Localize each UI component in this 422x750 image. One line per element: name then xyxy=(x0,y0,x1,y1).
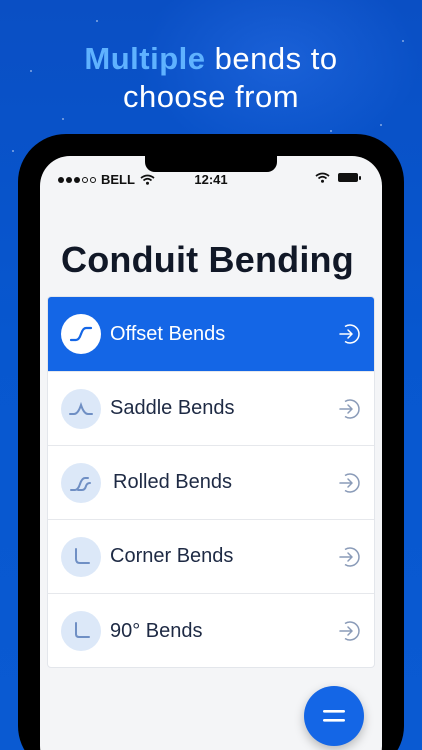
list-item-corner-bends[interactable]: Corner Bends xyxy=(48,520,374,594)
ninety-bend-icon xyxy=(61,611,101,651)
status-bar: BELL 12:41 xyxy=(40,172,382,192)
saddle-bend-icon xyxy=(61,388,101,429)
background-star xyxy=(380,124,382,126)
phone-screen: BELL 12:41 Conduit Bending Offset Bends xyxy=(40,156,382,750)
promo-headline-accent: Multiple xyxy=(84,41,206,76)
phone-notch xyxy=(145,156,277,172)
list-item-label: Corner Bends xyxy=(110,545,234,567)
arrow-right-circle-icon xyxy=(336,471,360,495)
arrow-right-circle-icon xyxy=(336,322,360,346)
menu-button[interactable] xyxy=(304,686,364,746)
background-star xyxy=(96,20,98,22)
rolled-bend-icon xyxy=(61,462,101,503)
list-item-90-bends[interactable]: 90° Bends xyxy=(48,594,374,667)
page-title: Conduit Bending xyxy=(61,239,354,280)
list-item-offset-bends[interactable]: Offset Bends xyxy=(48,297,374,372)
background-star xyxy=(12,150,14,152)
promo-headline: Multiple bends to choose from xyxy=(0,40,422,116)
list-item-label: Offset Bends xyxy=(110,322,226,345)
background-star xyxy=(62,118,64,120)
list-item-label: 90° Bends xyxy=(110,619,203,642)
offset-bend-icon xyxy=(61,314,101,354)
list-item-label: Rolled Bends xyxy=(113,471,232,493)
list-item-rolled-bends[interactable]: Rolled Bends xyxy=(48,446,374,520)
promo-headline-rest: bends to xyxy=(205,41,338,76)
menu-icon xyxy=(323,710,345,722)
promo-headline-line1: Multiple bends to xyxy=(0,40,422,78)
status-right xyxy=(315,172,361,183)
arrow-right-circle-icon xyxy=(336,397,360,421)
battery-icon xyxy=(338,173,361,182)
list-item-saddle-bends[interactable]: Saddle Bends xyxy=(48,372,374,446)
corner-bend-icon xyxy=(61,536,101,577)
background-star xyxy=(330,130,332,132)
bend-type-list: Offset Bends Saddle Bends Rolled Bends C… xyxy=(47,296,375,668)
promo-headline-line2: choose from xyxy=(122,79,300,114)
list-item-label: Saddle Bends xyxy=(110,397,235,419)
wifi-icon xyxy=(315,172,330,183)
arrow-right-circle-icon xyxy=(336,545,360,569)
arrow-right-circle-icon xyxy=(336,619,360,643)
